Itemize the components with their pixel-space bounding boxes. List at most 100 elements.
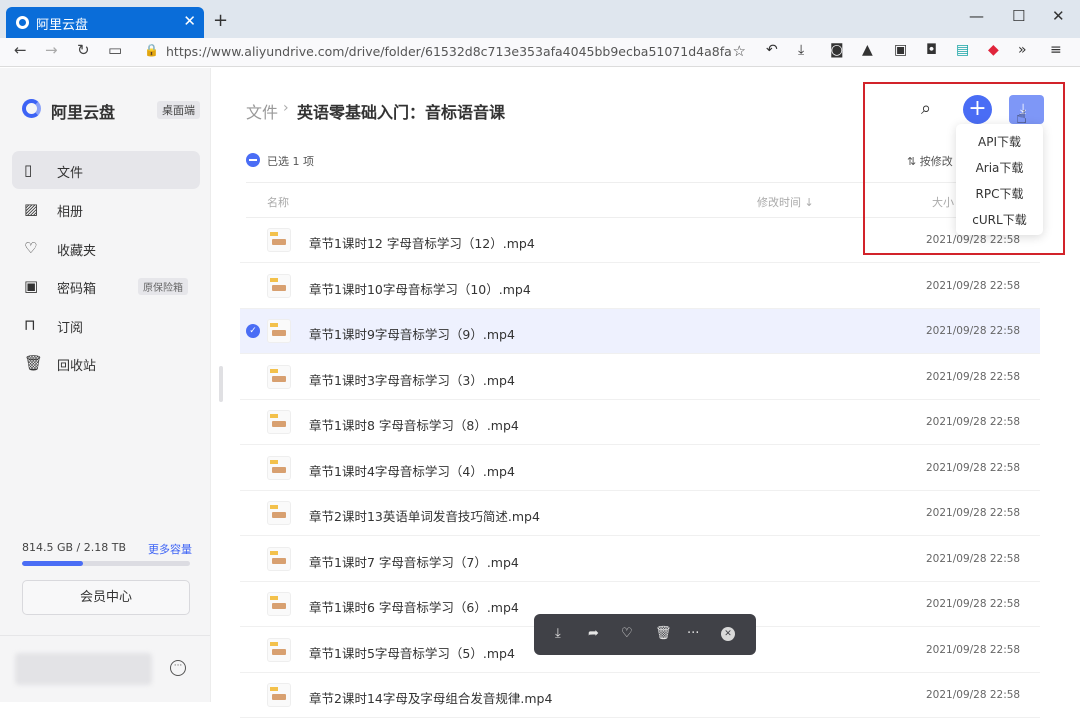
trash-icon[interactable]: 🗑: [655, 626, 672, 641]
table-row[interactable]: 章节1课时7 字母音标学习（7）.mp4 2021/09/28 22:58: [240, 537, 1040, 582]
forward-arrow-icon[interactable]: →: [45, 41, 58, 59]
reader-view-icon[interactable]: ▭: [108, 41, 122, 59]
storage-usage-text: 814.5 GB / 2.18 TB: [22, 541, 127, 554]
rocket-icon[interactable]: ▲: [862, 42, 873, 58]
table-row[interactable]: 章节1课时10字母音标学习（10）.mp4 2021/09/28 22:58: [240, 264, 1040, 309]
close-icon[interactable]: ✕: [721, 627, 735, 641]
sidebar-resize-handle[interactable]: [219, 366, 223, 402]
file-icon: ▯: [24, 161, 33, 179]
address-bar[interactable]: 🔒 https://www.aliyundrive.com/drive/fold…: [136, 40, 756, 64]
aliyundrive-favicon-icon: [16, 16, 29, 29]
sidebar-item-trash[interactable]: 🗑 回收站: [12, 344, 200, 382]
safe-badge: 原保险箱: [138, 278, 188, 295]
menu-item-aria-download[interactable]: Aria下载: [956, 159, 1043, 176]
lock-icon: 🔒: [144, 43, 159, 57]
table-row[interactable]: ✓ 章节1课时9字母音标学习（9）.mp4 2021/09/28 22:58: [240, 309, 1040, 354]
file-name[interactable]: 章节1课时6 字母音标学习（6）.mp4: [309, 597, 519, 616]
heart-icon: ♡: [24, 239, 38, 257]
column-header-modified[interactable]: 修改时间 ↓: [757, 194, 814, 210]
table-row[interactable]: 章节1课时4字母音标学习（4）.mp4 2021/09/28 22:58: [240, 446, 1040, 491]
undo-icon[interactable]: ↶: [766, 42, 778, 58]
breadcrumb-root[interactable]: 文件: [246, 99, 278, 123]
overflow-chevron-icon[interactable]: »: [1018, 42, 1027, 58]
sidebar-item-favorites[interactable]: ♡ 收藏夹: [12, 229, 200, 267]
sidebar-item-files[interactable]: ▯ 文件: [12, 151, 200, 189]
sidebar-item-photos[interactable]: ▨ 相册: [12, 190, 200, 228]
shield-extension-icon[interactable]: ◘: [926, 42, 937, 58]
photo-icon: ▨: [24, 200, 39, 218]
new-tab-button[interactable]: +: [213, 10, 228, 31]
table-row[interactable]: 章节2课时13英语单词发音技巧简述.mp4 2021/09/28 22:58: [240, 491, 1040, 536]
download-icon[interactable]: ⤓: [798, 42, 804, 58]
file-modified-time: 2021/09/28 22:58: [926, 598, 1021, 610]
menu-hamburger-icon[interactable]: ≡: [1050, 42, 1062, 58]
sidebar-divider: [0, 635, 210, 636]
favorite-icon[interactable]: ♡: [621, 626, 633, 641]
video-thumbnail-icon: [267, 273, 291, 298]
pocket-icon[interactable]: ◆: [988, 42, 999, 58]
video-thumbnail-icon: [267, 592, 291, 616]
file-name[interactable]: 章节1课时3字母音标学习（3）.mp4: [309, 370, 515, 389]
video-thumbnail-icon: [267, 455, 291, 480]
breadcrumb-separator: ›: [283, 100, 289, 116]
bookmark-star-icon[interactable]: ☆: [733, 42, 746, 60]
video-thumbnail-icon: [267, 319, 291, 343]
sidebar: 阿里云盘 桌面端 ▯ 文件 ▨ 相册 ♡ 收藏夹 ▣ 密码箱 原保险箱 ⊓ 订阅…: [0, 68, 211, 702]
share-icon[interactable]: ➦: [588, 626, 599, 641]
tab-close-icon[interactable]: ✕: [183, 12, 196, 30]
window-minimize-button[interactable]: —: [969, 7, 984, 25]
file-name[interactable]: 章节2课时14字母及字母组合发音规律.mp4: [309, 688, 552, 707]
video-thumbnail-icon: [267, 683, 291, 707]
video-thumbnail-icon: [267, 501, 291, 525]
video-thumbnail-icon: [267, 228, 291, 252]
camera-icon[interactable]: ◙: [830, 42, 844, 58]
more-options-icon[interactable]: ···: [170, 660, 186, 676]
video-thumbnail-icon: [267, 364, 291, 389]
file-name[interactable]: 章节1课时5字母音标学习（5）.mp4: [309, 643, 515, 662]
storage-progress-bar: [22, 561, 190, 566]
file-modified-time: 2021/09/28 22:58: [926, 325, 1021, 337]
file-name[interactable]: 章节1课时8 字母音标学习（8）.mp4: [309, 415, 519, 434]
file-modified-time: 2021/09/28 22:58: [926, 552, 1021, 565]
extension-icon[interactable]: ▣: [894, 42, 907, 58]
window-maximize-button[interactable]: ☐: [1012, 7, 1025, 25]
file-name[interactable]: 章节1课时10字母音标学习（10）.mp4: [309, 279, 531, 298]
menu-item-api-download[interactable]: API下载: [956, 133, 1043, 150]
more-icon[interactable]: ···: [687, 626, 699, 641]
file-name[interactable]: 章节1课时4字母音标学习（4）.mp4: [309, 461, 515, 480]
sidebar-item-safe[interactable]: ▣ 密码箱 原保险箱: [12, 267, 200, 305]
file-modified-time: 2021/09/28 22:58: [926, 643, 1021, 656]
desktop-app-button[interactable]: 桌面端: [157, 101, 200, 119]
table-row[interactable]: 章节2课时14字母及字母组合发音规律.mp4 2021/09/28 22:58: [240, 673, 1040, 718]
member-center-button[interactable]: 会员中心: [22, 580, 190, 615]
back-arrow-icon[interactable]: ←: [14, 41, 27, 59]
more-capacity-link[interactable]: 更多容量: [148, 541, 192, 557]
selection-count: 已选 1 项: [267, 155, 314, 168]
table-row[interactable]: 章节1课时8 字母音标学习（8）.mp4 2021/09/28 22:58: [240, 400, 1040, 445]
menu-item-rpc-download[interactable]: RPC下载: [956, 185, 1043, 202]
aliyundrive-logo-icon: [22, 99, 41, 118]
row-checkbox-checked-icon[interactable]: ✓: [246, 324, 260, 338]
browser-tab[interactable]: 阿里云盘 ✕: [6, 7, 204, 38]
sidebar-item-label: 收藏夹: [57, 244, 97, 259]
file-name[interactable]: 章节1课时12 字母音标学习（12）.mp4: [309, 233, 535, 252]
trash-icon: 🗑: [24, 354, 44, 372]
floating-action-toolbar: ⤓ ➦ ♡ 🗑 ··· ✕: [534, 614, 756, 655]
file-name[interactable]: 章节1课时9字母音标学习（9）.mp4: [309, 324, 515, 343]
deselect-all-icon[interactable]: [246, 153, 260, 167]
address-url[interactable]: https://www.aliyundrive.com/drive/folder…: [166, 44, 732, 59]
table-row[interactable]: 章节1课时3字母音标学习（3）.mp4 2021/09/28 22:58: [240, 355, 1040, 400]
browser-tab-bar: 阿里云盘 ✕ + — ☐ ✕: [0, 0, 1080, 38]
reload-icon[interactable]: ↻: [77, 41, 90, 59]
menu-item-curl-download[interactable]: cURL下载: [956, 211, 1043, 228]
column-header-name[interactable]: 名称: [267, 194, 289, 210]
sidebar-item-subscriptions[interactable]: ⊓ 订阅: [12, 306, 200, 344]
sidebar-item-label: 密码箱: [57, 282, 97, 297]
file-name[interactable]: 章节1课时7 字母音标学习（7）.mp4: [309, 552, 519, 571]
user-account-blurred[interactable]: [15, 653, 152, 685]
window-close-button[interactable]: ✕: [1052, 7, 1065, 25]
save-extension-icon[interactable]: ▤: [956, 42, 969, 58]
file-name[interactable]: 章节2课时13英语单词发音技巧简述.mp4: [309, 506, 540, 525]
safe-icon: ▣: [24, 277, 39, 295]
download-icon[interactable]: ⤓: [555, 626, 561, 641]
